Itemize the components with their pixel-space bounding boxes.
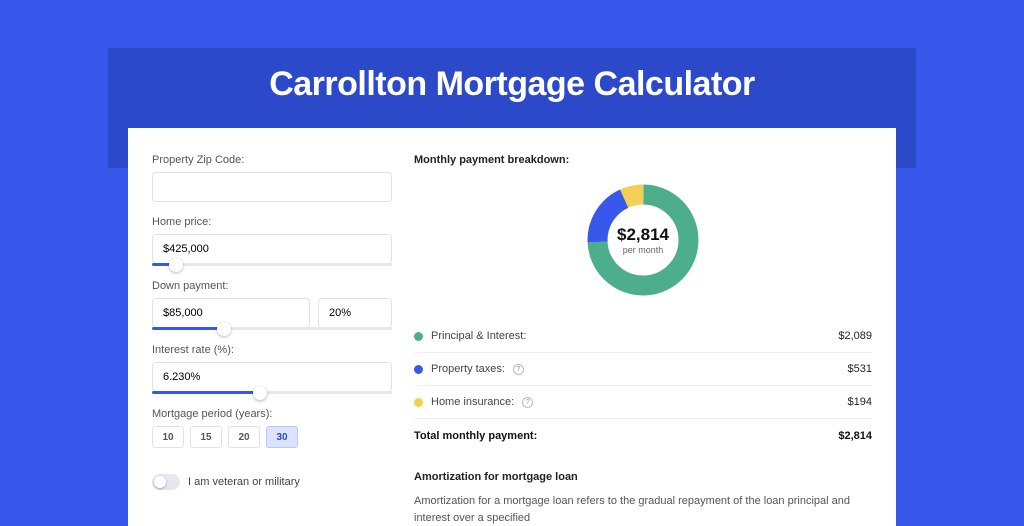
price-input[interactable] xyxy=(152,234,392,264)
legend-row: Property taxes:? $531 xyxy=(414,352,872,385)
price-slider-handle[interactable] xyxy=(169,258,183,272)
price-field-group: Home price: xyxy=(152,216,392,266)
donut-chart-wrap: $2,814 per month xyxy=(414,180,872,300)
legend-dot xyxy=(414,398,423,407)
down-label: Down payment: xyxy=(152,280,392,292)
breakdown-column: Monthly payment breakdown: $2,814 per mo… xyxy=(414,154,872,526)
period-field-group: Mortgage period (years): 10 15 20 30 xyxy=(152,408,392,448)
rate-label: Interest rate (%): xyxy=(152,344,392,356)
period-options: 10 15 20 30 xyxy=(152,426,392,448)
legend-label: Principal & Interest: xyxy=(431,330,526,342)
period-btn-15[interactable]: 15 xyxy=(190,426,222,448)
zip-field-group: Property Zip Code: xyxy=(152,154,392,202)
rate-slider[interactable] xyxy=(152,391,392,394)
period-btn-10[interactable]: 10 xyxy=(152,426,184,448)
total-label: Total monthly payment: xyxy=(414,430,537,442)
down-slider-handle[interactable] xyxy=(217,322,231,336)
legend-value: $531 xyxy=(848,363,872,375)
amortization-section: Amortization for mortgage loan Amortizat… xyxy=(414,471,872,526)
total-value: $2,814 xyxy=(838,430,872,442)
legend-dot xyxy=(414,332,423,341)
zip-label: Property Zip Code: xyxy=(152,154,392,166)
down-amount-input[interactable] xyxy=(152,298,310,328)
toggle-knob xyxy=(154,476,166,488)
down-pct-input[interactable] xyxy=(318,298,392,328)
calculator-card: Property Zip Code: Home price: Down paym… xyxy=(128,128,896,526)
donut-value: $2,814 xyxy=(617,225,669,245)
period-btn-20[interactable]: 20 xyxy=(228,426,260,448)
down-slider[interactable] xyxy=(152,327,392,330)
info-icon[interactable]: ? xyxy=(522,397,533,408)
donut-center: $2,814 per month xyxy=(617,225,669,255)
veteran-label: I am veteran or military xyxy=(188,476,300,488)
price-label: Home price: xyxy=(152,216,392,228)
legend-value: $194 xyxy=(848,396,872,408)
legend-row: Home insurance:? $194 xyxy=(414,385,872,418)
period-label: Mortgage period (years): xyxy=(152,408,392,420)
legend-list: Principal & Interest: $2,089 Property taxe… xyxy=(414,320,872,418)
down-field-group: Down payment: xyxy=(152,280,392,330)
breakdown-title: Monthly payment breakdown: xyxy=(414,154,872,166)
donut-sub: per month xyxy=(617,245,669,255)
info-icon[interactable]: ? xyxy=(513,364,524,375)
legend-row: Principal & Interest: $2,089 xyxy=(414,320,872,352)
total-row: Total monthly payment: $2,814 xyxy=(414,418,872,453)
legend-value: $2,089 xyxy=(838,330,872,342)
legend-label: Property taxes: xyxy=(431,363,505,375)
zip-input[interactable] xyxy=(152,172,392,202)
veteran-row: I am veteran or military xyxy=(152,474,392,490)
rate-slider-handle[interactable] xyxy=(253,386,267,400)
period-btn-30[interactable]: 30 xyxy=(266,426,298,448)
form-column: Property Zip Code: Home price: Down paym… xyxy=(152,154,392,526)
legend-label: Home insurance: xyxy=(431,396,514,408)
rate-input[interactable] xyxy=(152,362,392,392)
amortization-text: Amortization for a mortgage loan refers … xyxy=(414,493,872,526)
legend-dot xyxy=(414,365,423,374)
amortization-title: Amortization for mortgage loan xyxy=(414,471,872,483)
veteran-toggle[interactable] xyxy=(152,474,180,490)
page-title: Carrollton Mortgage Calculator xyxy=(0,65,1024,104)
price-slider[interactable] xyxy=(152,263,392,266)
rate-field-group: Interest rate (%): xyxy=(152,344,392,394)
donut-chart: $2,814 per month xyxy=(583,180,703,300)
